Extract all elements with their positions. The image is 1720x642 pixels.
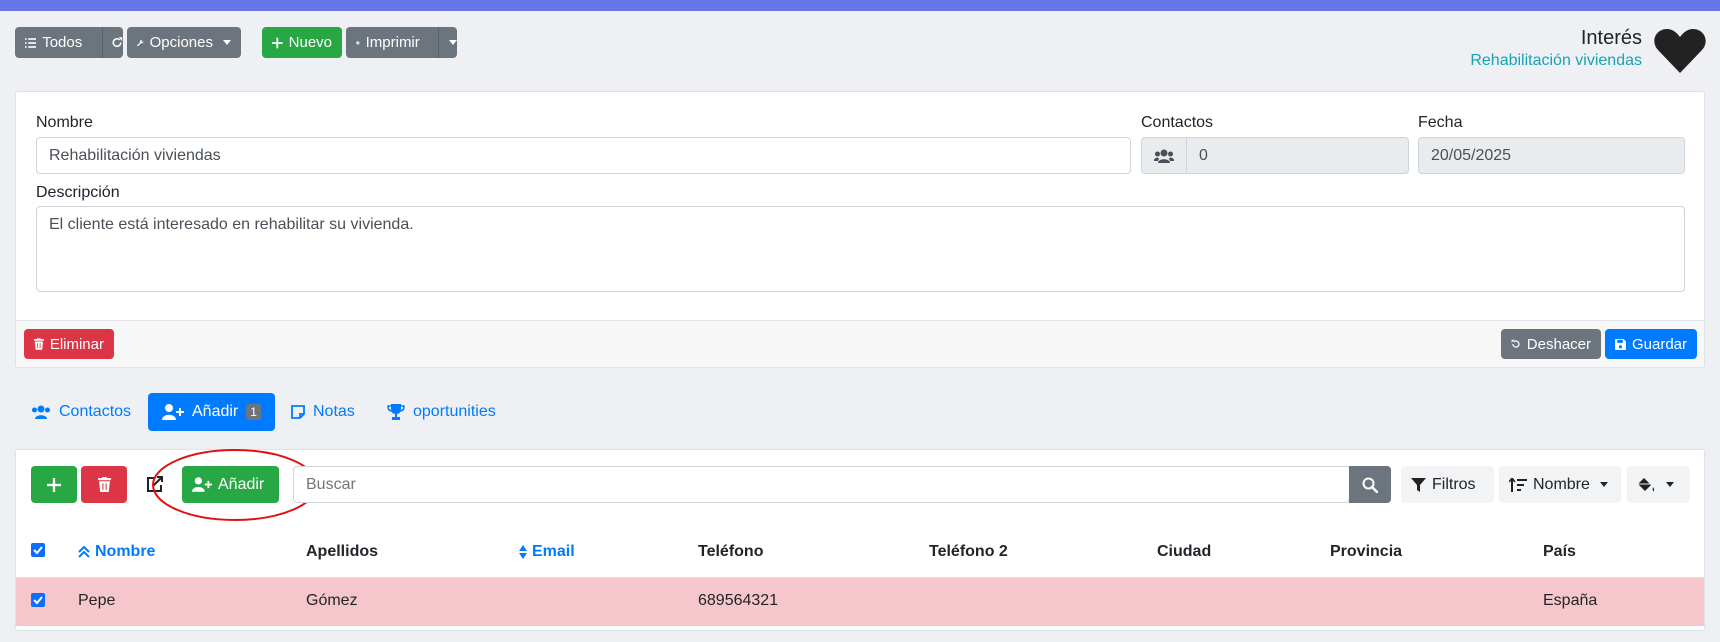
table-row[interactable] [16,577,1704,626]
save-button[interactable]: Guardar [1605,329,1697,359]
sort-both-icon [519,545,527,559]
color-button[interactable] [1627,466,1690,503]
wrench-icon [137,39,144,46]
search-input[interactable] [293,466,1350,503]
print-button-label: Imprimir [365,34,420,51]
column-header-nombre[interactable]: Nombre [78,543,155,561]
cell-pais: España [1543,592,1598,609]
column-header-label: Email [532,543,575,560]
options-button[interactable]: Opciones [127,27,241,58]
all-button-label: Todos [42,34,83,51]
tab-label: oportunities [413,403,496,420]
print-button[interactable]: Imprimir [346,27,457,58]
users-icon [32,405,50,419]
select-all-checkbox[interactable] [31,543,45,557]
tab-contactos[interactable]: Contactos [17,393,145,431]
chevron-down-icon [1599,482,1608,487]
tab-oportunities[interactable]: oportunities [373,393,510,431]
column-header-label: Teléfono 2 [929,543,1008,560]
column-header-label: Teléfono [698,543,764,560]
tab-label: Contactos [59,403,132,420]
chevron-down-icon [223,40,231,45]
row-checkbox[interactable] [31,593,45,607]
users-icon [1154,149,1174,163]
filters-button[interactable]: Filtros [1401,466,1494,503]
trophy-icon [387,404,405,420]
tab-notas[interactable]: Notas [277,393,369,431]
column-header-pais[interactable]: País [1543,543,1576,561]
new-button[interactable]: Nuevo [262,27,342,58]
note-icon [291,405,305,419]
contacts-value: 0 [1199,146,1208,164]
description-label: Descripción [36,184,120,201]
column-header-label: Nombre [95,543,156,560]
check-icon [33,546,43,555]
save-button-label: Guardar [1631,335,1687,353]
date-field: 20/05/2025 [1418,137,1685,174]
search-button[interactable] [1349,466,1391,503]
page-title: Interés [1580,27,1642,49]
top-color-bar [0,0,1720,11]
printer-icon [356,40,360,45]
delete-button[interactable]: Eliminar [24,329,114,359]
search-icon [1362,477,1378,493]
user-plus-icon [162,404,184,420]
column-header-apellidos[interactable]: Apellidos [306,543,378,561]
sort-icon [1509,477,1527,492]
form-footer [16,320,1704,367]
filter-icon [1411,477,1426,492]
trash-icon [34,338,44,350]
page-subtitle: Rehabilitación viviendas [1470,52,1642,69]
cell-nombre: Pepe [78,592,116,609]
column-header-label: Provincia [1330,543,1403,560]
tab-anadir[interactable]: Añadir 1 [148,393,275,431]
contacts-field: 0 [1141,137,1409,174]
divider [102,27,104,58]
list-icon [25,37,37,48]
options-button-label: Opciones [149,34,213,51]
heart-icon[interactable] [1654,28,1706,74]
sort-up-icon [78,546,90,558]
name-label: Nombre [36,114,93,131]
sort-button[interactable]: Nombre [1499,466,1621,503]
chevron-down-icon [1666,482,1674,487]
column-header-telefono2[interactable]: Teléfono 2 [929,543,1008,561]
column-header-email[interactable]: Email [519,543,575,561]
undo-button-label: Deshacer [1526,335,1591,353]
name-field[interactable]: Rehabilitación viviendas [36,137,1131,174]
add-new-button[interactable] [31,466,77,503]
plus-icon [272,37,283,48]
filters-button-label: Filtros [1432,475,1476,493]
description-textarea[interactable]: El cliente está interesado en rehabilita… [36,206,1685,292]
undo-button[interactable]: Deshacer [1501,329,1601,359]
column-header-ciudad[interactable]: Ciudad [1157,543,1211,561]
column-header-provincia[interactable]: Provincia [1330,543,1402,561]
trash-icon [97,477,111,492]
column-header-label: País [1543,543,1576,560]
save-icon [1615,338,1626,350]
check-icon [33,596,43,605]
cell-telefono: 689564321 [698,592,779,609]
delete-button-label: Eliminar [49,335,104,353]
paint-bucket-icon [1638,477,1655,491]
delete-selected-button[interactable] [81,466,127,503]
header-block: Interés Rehabilitación viviendas [1470,27,1642,70]
tab-label: Notas [313,403,355,420]
date-label: Fecha [1418,114,1463,131]
column-header-telefono[interactable]: Teléfono [698,543,763,561]
tab-label: Añadir [192,403,239,420]
all-button[interactable]: Todos [15,27,123,58]
undo-icon [1511,339,1520,348]
column-header-label: Ciudad [1157,543,1212,560]
sort-button-label: Nombre [1533,475,1590,493]
column-header-label: Apellidos [306,543,379,560]
contacts-addon [1142,138,1187,173]
chevron-down-icon[interactable] [449,40,457,45]
tab-badge: 1 [246,404,261,420]
contacts-label: Contactos [1141,114,1214,131]
new-button-label: Nuevo [288,34,332,51]
cell-apellidos: Gómez [306,592,358,609]
refresh-icon[interactable] [111,35,123,50]
plus-icon [47,477,61,492]
